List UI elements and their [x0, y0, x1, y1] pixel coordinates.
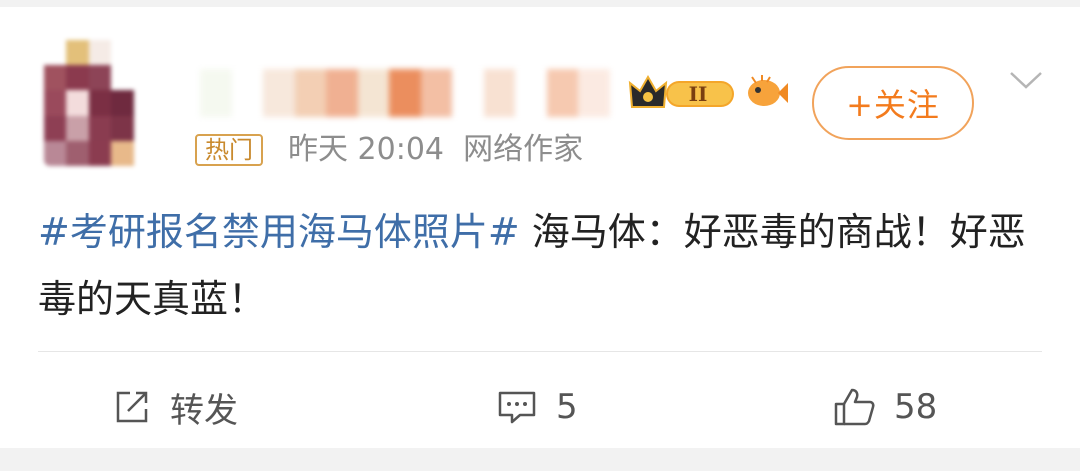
comment-count: 5: [556, 387, 578, 427]
username-blurred[interactable]: [200, 69, 610, 117]
comment-button[interactable]: 5: [496, 385, 578, 429]
weibo-post-card: II +关注 热门 昨天 20:04 网络作家 #考研报名禁用海马体照片# 海马…: [0, 7, 1080, 448]
repost-button[interactable]: 转发: [112, 385, 238, 431]
like-count: 58: [894, 387, 938, 427]
repost-label: 转发: [170, 390, 238, 431]
crown-level-icon: II: [628, 74, 734, 108]
hot-tag-badge: 热门: [195, 134, 263, 166]
fish-badge-icon: [748, 75, 788, 106]
divider: [38, 351, 1042, 352]
follow-button[interactable]: +关注: [812, 66, 974, 140]
hashtag-link[interactable]: #考研报名禁用海马体照片#: [38, 210, 520, 254]
level-badge-text: II: [689, 82, 708, 106]
like-icon: [834, 388, 875, 426]
repost-icon: [116, 391, 148, 423]
post-body: #考研报名禁用海马体照片# 海马体：好恶毒的商战！好恶毒的天真蓝！: [38, 199, 1028, 333]
like-button[interactable]: 58: [832, 385, 937, 429]
post-time-source: 昨天 20:04 网络作家: [288, 132, 584, 167]
chevron-down-icon[interactable]: [1008, 65, 1044, 95]
avatar[interactable]: [44, 40, 156, 166]
comment-icon: [498, 391, 536, 424]
